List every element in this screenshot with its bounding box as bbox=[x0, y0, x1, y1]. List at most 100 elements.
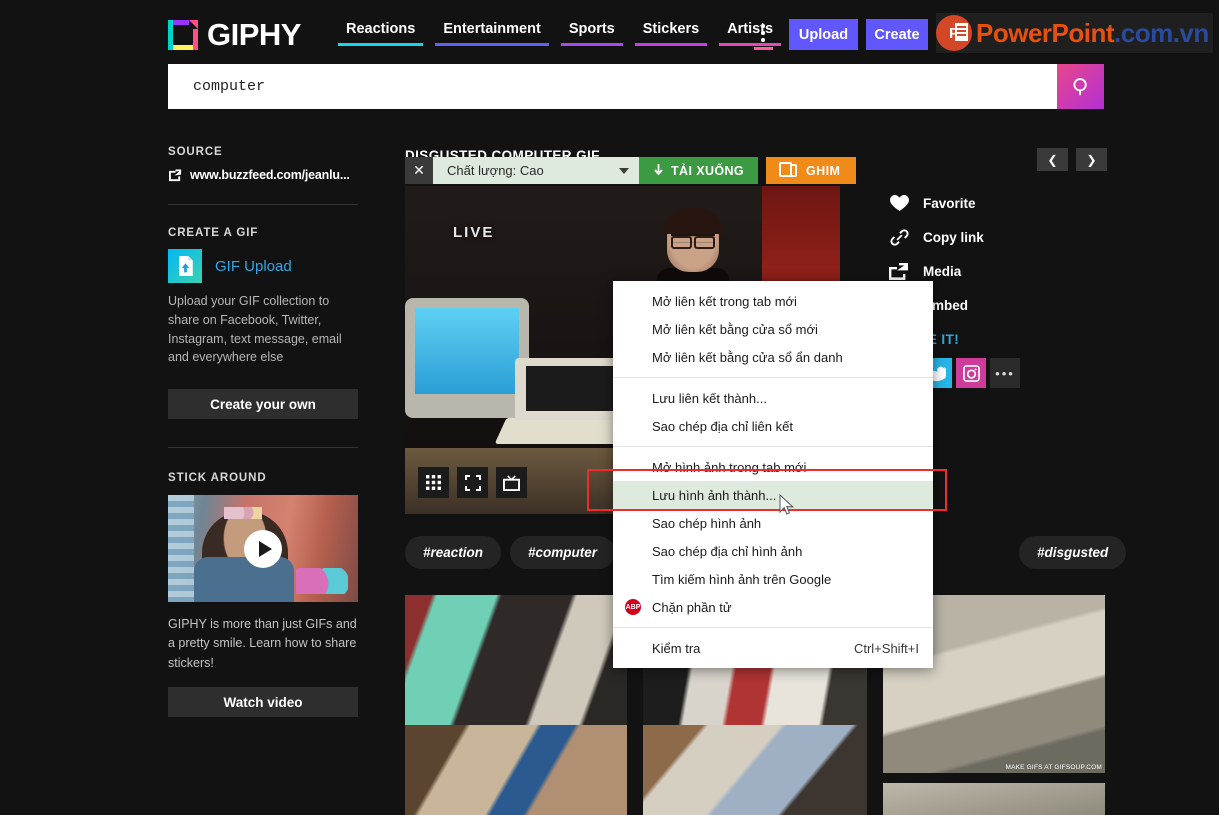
site-header: GIPHY Reactions Entertainment Sports Sti… bbox=[0, 0, 1219, 62]
media-label: Media bbox=[923, 263, 962, 279]
watermark-text: PowerPoint.com.vn bbox=[976, 20, 1209, 46]
gif-overlay-text: LIVE bbox=[453, 224, 495, 241]
nav-underline bbox=[338, 43, 424, 46]
context-menu-item-inspect[interactable]: Kiểm tra Ctrl+Shift+I bbox=[613, 634, 933, 662]
context-menu-item-save-image-as[interactable]: Lưu hình ảnh thành... bbox=[613, 481, 933, 509]
context-menu-item[interactable]: Mở liên kết bằng cửa sổ ẩn danh bbox=[613, 343, 933, 371]
context-menu-item-block-element[interactable]: ABP Chặn phần tử bbox=[613, 593, 933, 621]
context-menu-separator bbox=[613, 627, 933, 628]
pin-button[interactable]: GHIM bbox=[766, 157, 857, 184]
divider bbox=[168, 204, 358, 205]
nav-underline bbox=[634, 43, 708, 46]
external-link-icon bbox=[169, 168, 182, 181]
context-menu-separator bbox=[613, 446, 933, 447]
quality-select-value: Chất lượng: Cao bbox=[447, 163, 544, 178]
grid-item-gif-office-desk-flag[interactable] bbox=[405, 725, 627, 815]
more-share-button[interactable]: ••• bbox=[990, 358, 1020, 388]
source-url: www.buzzfeed.com/jeanlu... bbox=[190, 168, 350, 182]
favorite-button[interactable]: Favorite bbox=[888, 186, 1020, 220]
create-your-own-button[interactable]: Create your own bbox=[168, 389, 358, 419]
tv-icon[interactable] bbox=[496, 467, 527, 498]
chevron-down-icon bbox=[619, 167, 629, 174]
heart-icon bbox=[888, 194, 910, 212]
stick-around-heading: STICK AROUND bbox=[168, 472, 267, 484]
source-link[interactable]: www.buzzfeed.com/jeanlu... bbox=[168, 168, 358, 182]
tag-item[interactable]: #disgusted bbox=[1019, 536, 1127, 569]
upload-button[interactable]: Upload bbox=[789, 19, 858, 50]
gif-controls bbox=[418, 467, 527, 498]
gif-pager: ❮ ❯ bbox=[1037, 148, 1107, 171]
stick-around-video[interactable] bbox=[168, 495, 358, 602]
copy-link-label: Copy link bbox=[923, 229, 984, 245]
nav-underline bbox=[560, 43, 623, 46]
instagram-button[interactable] bbox=[956, 358, 986, 388]
gif-upload-row[interactable]: GIF Upload bbox=[168, 249, 358, 283]
download-button[interactable]: TẢI XUỐNG bbox=[639, 157, 759, 184]
link-icon bbox=[888, 228, 910, 247]
copy-link-button[interactable]: Copy link bbox=[888, 220, 1020, 254]
powerpoint-watermark: P PowerPoint.com.vn bbox=[936, 13, 1213, 53]
nav-item-stickers[interactable]: Stickers bbox=[629, 21, 713, 46]
upload-file-icon bbox=[168, 249, 202, 283]
tag-item[interactable]: #reaction bbox=[405, 536, 502, 569]
brand-logo[interactable]: GIPHY bbox=[168, 17, 301, 53]
context-menu-item[interactable]: Sao chép địa chỉ hình ảnh bbox=[613, 537, 933, 565]
nav-label: Stickers bbox=[642, 21, 700, 37]
context-menu-separator bbox=[613, 377, 933, 378]
context-menu-item[interactable]: Mở liên kết trong tab mới bbox=[613, 287, 933, 315]
brand-name: GIPHY bbox=[207, 17, 301, 52]
download-arrow-icon bbox=[654, 164, 663, 176]
nav-underline bbox=[435, 43, 549, 46]
context-menu-item[interactable]: Sao chép địa chỉ liên kết bbox=[613, 412, 933, 440]
kebab-menu-icon[interactable] bbox=[752, 22, 774, 50]
nav-item-reactions[interactable]: Reactions bbox=[332, 21, 429, 46]
watch-video-button[interactable]: Watch video bbox=[168, 687, 358, 718]
chevron-right-icon[interactable]: ❯ bbox=[1076, 148, 1107, 171]
giphy-page: GIPHY Reactions Entertainment Sports Sti… bbox=[0, 0, 1219, 815]
grid-item-gif-man-gesturing-office[interactable] bbox=[643, 725, 867, 815]
tag-list: #reaction #computer #disgusted ... bbox=[405, 536, 1127, 569]
watermark-part3: .vn bbox=[1172, 18, 1210, 48]
tag-item[interactable]: #computer bbox=[510, 536, 616, 569]
context-menu-item[interactable]: Tìm kiếm hình ảnh trên Google bbox=[613, 565, 933, 593]
nav-label: Sports bbox=[568, 21, 615, 37]
grid-item-gif-office-cubicles-wide[interactable] bbox=[883, 783, 1105, 815]
search-icon bbox=[1072, 77, 1087, 95]
browser-context-menu: Mở liên kết trong tab mới Mở liên kết bằ… bbox=[613, 281, 933, 668]
gif-watermark: MAKE GIFS AT GIFSOUP.COM bbox=[1005, 764, 1102, 771]
favorite-label: Favorite bbox=[923, 195, 976, 211]
grid-icon[interactable] bbox=[418, 467, 449, 498]
close-icon[interactable]: ✕ bbox=[405, 157, 433, 184]
mouse-cursor bbox=[779, 494, 795, 515]
context-menu-item[interactable]: Mở hình ảnh trong tab mới bbox=[613, 453, 933, 481]
grid-item-gif-woman-crying-office[interactable] bbox=[405, 595, 627, 725]
nav-label: Entertainment bbox=[443, 21, 541, 37]
search-input[interactable] bbox=[168, 64, 1057, 109]
share-icon bbox=[888, 262, 910, 280]
watermark-part1: PowerPoint bbox=[976, 18, 1115, 48]
quality-select[interactable]: Chất lượng: Cao bbox=[433, 157, 639, 184]
giphy-logo-icon bbox=[168, 20, 198, 50]
adblock-icon: ABP bbox=[625, 599, 641, 615]
create-button[interactable]: Create bbox=[866, 19, 928, 50]
nav-item-sports[interactable]: Sports bbox=[555, 21, 629, 46]
context-menu-item[interactable]: Lưu liên kết thành... bbox=[613, 384, 933, 412]
watermark-part2: .com bbox=[1114, 18, 1173, 48]
context-menu-label: Kiểm tra bbox=[652, 640, 701, 656]
chevron-left-icon[interactable]: ❮ bbox=[1037, 148, 1068, 171]
gif-upload-description: Upload your GIF collection to share on F… bbox=[168, 294, 342, 365]
search-button[interactable] bbox=[1057, 64, 1104, 109]
source-heading: SOURCE bbox=[168, 146, 223, 158]
nav-item-artists[interactable]: Artists bbox=[713, 21, 787, 46]
fullscreen-icon[interactable] bbox=[457, 467, 488, 498]
gif-upload-label: GIF Upload bbox=[215, 257, 292, 275]
pin-window-icon bbox=[779, 162, 798, 177]
powerpoint-badge-icon: P bbox=[936, 15, 972, 51]
create-gif-heading: CREATE A GIF bbox=[168, 227, 259, 239]
context-menu-item[interactable]: Sao chép hình ảnh bbox=[613, 509, 933, 537]
download-toolbar: ✕ Chất lượng: Cao TẢI XUỐNG GHIM bbox=[405, 157, 857, 184]
context-menu-label: Chặn phần tử bbox=[652, 599, 732, 615]
left-sidebar: SOURCE www.buzzfeed.com/jeanlu... CREATE… bbox=[168, 146, 358, 718]
context-menu-item[interactable]: Mở liên kết bằng cửa sổ mới bbox=[613, 315, 933, 343]
nav-item-entertainment[interactable]: Entertainment bbox=[429, 21, 555, 46]
